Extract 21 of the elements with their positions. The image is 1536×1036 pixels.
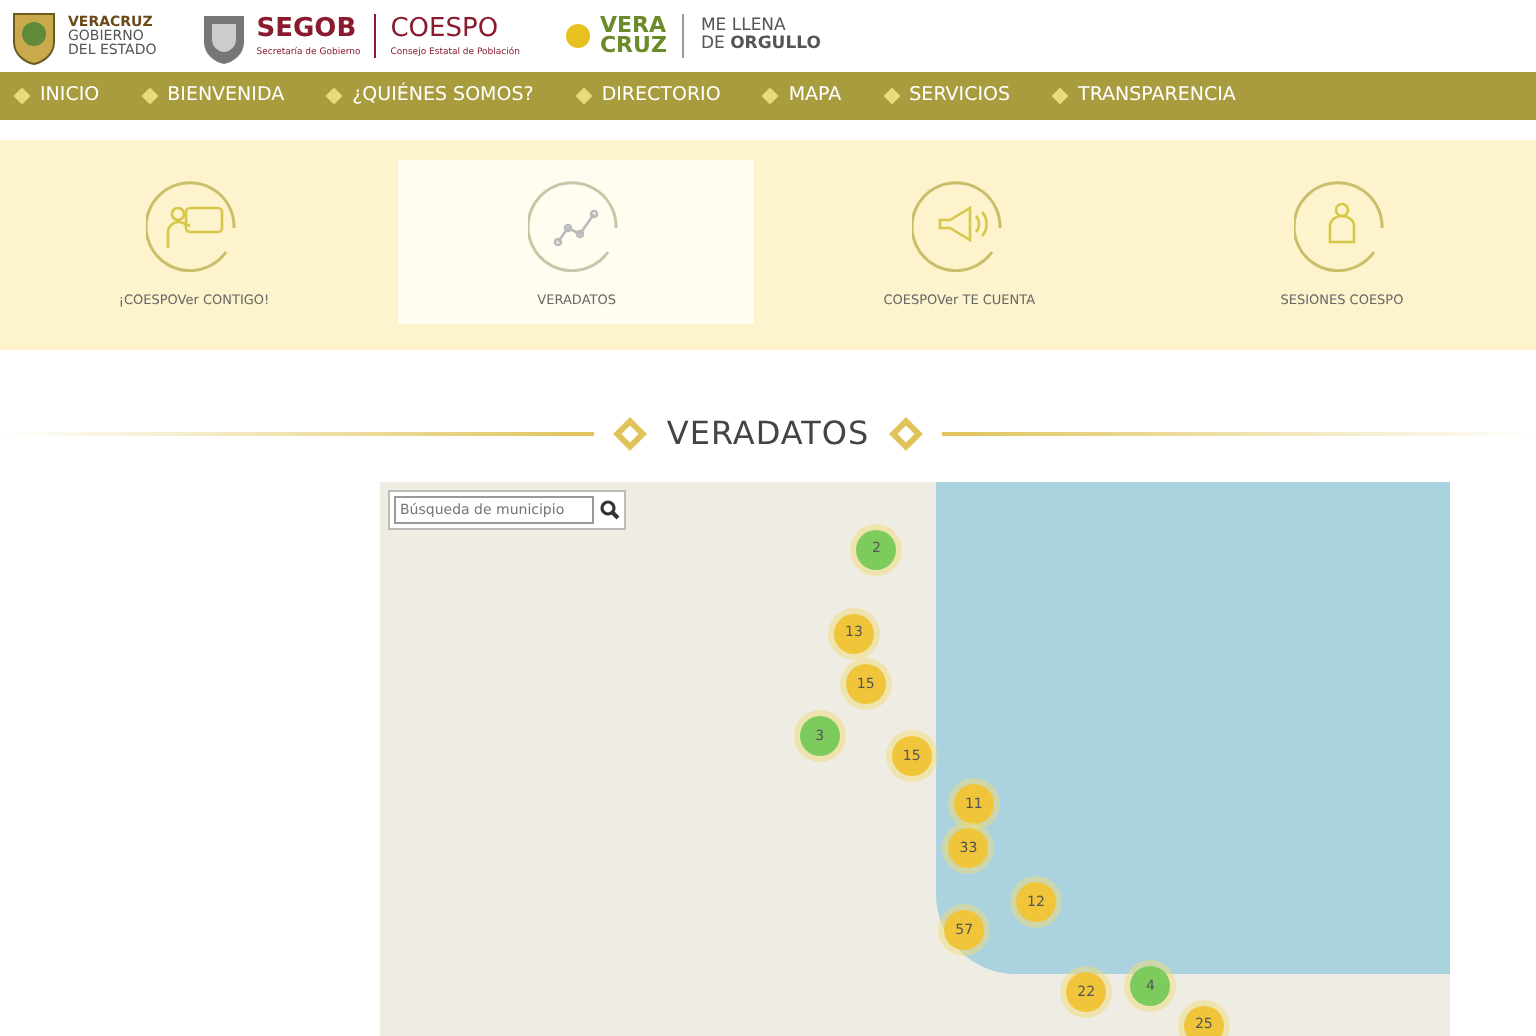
slogan-text: ME LLENA <box>700 17 786 36</box>
logo-title: COESPO <box>390 13 501 46</box>
person-icon <box>1293 176 1390 272</box>
logo-text: VERA <box>599 16 667 36</box>
search-icon[interactable] <box>600 500 620 520</box>
nav-link[interactable]: BIENVENIDA <box>143 81 305 111</box>
logo-divider <box>682 14 685 58</box>
megaphone-icon <box>911 176 1008 272</box>
logo-text: CRUZ <box>599 36 667 56</box>
sun-icon <box>563 22 592 50</box>
nav-link[interactable]: TRANSPARENCIA <box>1054 81 1256 111</box>
presenter-icon <box>146 176 242 272</box>
nav-link[interactable]: MAPA <box>764 81 862 111</box>
nav-link[interactable]: DIRECTORIO <box>577 81 741 111</box>
section-heading: VERADATOS <box>666 412 870 456</box>
logo-divider <box>374 14 377 58</box>
nav-link[interactable]: INICIO <box>16 81 120 111</box>
slogan-text: DE ORGULLO <box>700 36 821 55</box>
nav-link[interactable]: SERVICIOS <box>885 81 1031 111</box>
logo-title: SEGOB <box>256 13 359 46</box>
nav-link[interactable]: ¿QUIÉNES SOMOS? <box>328 81 554 111</box>
